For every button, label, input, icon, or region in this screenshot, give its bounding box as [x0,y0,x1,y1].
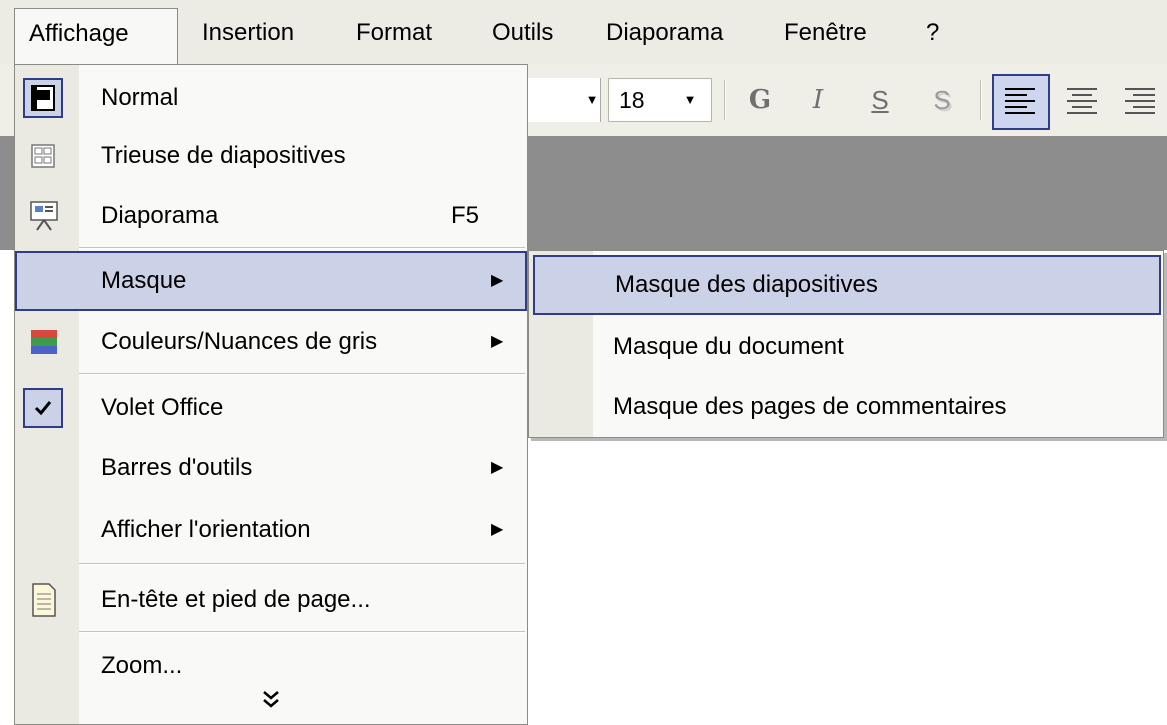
underline-button[interactable]: S [858,78,902,122]
menu-item-header-footer[interactable]: En-tête et pied de page... [15,571,527,629]
document-icon [23,580,63,620]
menu-item-task-pane[interactable]: Volet Office [15,379,527,437]
italic-button[interactable]: I [796,78,840,122]
menu-item-slideshow-label: Diaporama [101,202,219,229]
slideshow-icon [23,196,63,236]
masque-submenu: Masque des diapositives Masque du docume… [528,250,1164,438]
align-right-button[interactable] [1114,78,1164,122]
menu-affichage-label: Affichage [29,20,129,47]
submenu-item-notes-master-label: Masque des pages de commentaires [613,393,1007,420]
toolbar-separator [980,80,982,120]
bold-button[interactable]: G [738,78,782,122]
align-right-icon [1125,88,1155,114]
menu-item-masque-label: Masque [101,267,187,294]
menu-separator [79,247,525,249]
submenu-arrow-icon: ▶ [491,521,504,538]
submenu-arrow-icon: ▶ [491,333,504,350]
submenu-item-slide-master-label: Masque des diapositives [615,271,878,298]
menu-diaporama-label: Diaporama [606,19,724,46]
menu-separator [79,373,525,375]
menu-bar: Affichage Insertion Format Outils Diapor… [0,0,1167,65]
menu-fenetre-label: Fenêtre [784,19,867,46]
menu-item-zoom-label: Zoom... [101,652,183,679]
menu-item-colors-grayscale[interactable]: Couleurs/Nuances de gris ▶ [15,313,527,371]
menu-fenetre[interactable]: Fenêtre [770,8,881,58]
menu-help[interactable]: ? [912,8,953,58]
submenu-item-notes-master[interactable]: Masque des pages de commentaires [529,377,1163,437]
menu-separator [79,563,525,565]
align-left-button[interactable] [992,74,1050,130]
align-center-icon [1067,88,1097,114]
menu-outils[interactable]: Outils [478,8,567,58]
menu-item-toolbars[interactable]: Barres d'outils ▶ [15,439,527,497]
toolbar-separator [724,80,726,120]
menu-item-orientation[interactable]: Afficher l'orientation ▶ [15,501,527,559]
submenu-item-handout-master-label: Masque du document [613,333,844,360]
menu-affichage[interactable]: Affichage [14,8,178,65]
menu-insertion[interactable]: Insertion [188,8,308,58]
menu-item-header-footer-label: En-tête et pied de page... [101,586,371,613]
menu-help-label: ? [926,19,940,46]
color-bars-icon [23,322,63,362]
menu-item-colors-label: Couleurs/Nuances de gris [101,328,378,355]
menu-item-toolbars-label: Barres d'outils [101,454,253,481]
menu-format[interactable]: Format [342,8,446,58]
menu-separator [79,631,525,633]
affichage-dropdown-menu: Normal Trieuse de diapositives Diaporama… [14,64,528,725]
menu-insertion-label: Insertion [202,19,295,46]
font-dropdown-arrow-icon[interactable]: ▼ [578,78,606,122]
menu-format-label: Format [356,19,433,46]
menu-item-slideshow-shortcut: F5 [451,202,480,229]
app-window: Affichage Insertion Format Outils Diapor… [0,0,1167,725]
menu-diaporama[interactable]: Diaporama [592,8,737,58]
submenu-item-slide-master[interactable]: Masque des diapositives [533,255,1161,315]
align-center-button[interactable] [1058,78,1108,122]
submenu-arrow-icon: ▶ [491,272,504,289]
normal-view-icon [23,78,63,118]
menu-item-masque[interactable]: Masque ▶ [15,251,527,311]
checkmark-icon [23,388,63,428]
menu-item-slideshow[interactable]: Diaporama F5 [15,187,527,245]
menu-item-orientation-label: Afficher l'orientation [101,516,311,543]
submenu-arrow-icon: ▶ [491,459,504,476]
menu-item-task-pane-label: Volet Office [101,394,224,421]
shadow-button[interactable]: S [920,78,964,122]
submenu-item-handout-master[interactable]: Masque du document [529,317,1163,377]
menu-item-normal[interactable]: Normal [15,69,527,127]
font-size-value: 18 [619,87,645,113]
expand-menu-chevron-icon[interactable] [251,687,291,723]
menu-item-slide-sorter[interactable]: Trieuse de diapositives [15,127,527,185]
align-left-icon [1005,88,1035,114]
menu-item-normal-label: Normal [101,84,179,111]
font-size-dropdown-arrow-icon[interactable]: ▼ [676,78,704,122]
menu-outils-label: Outils [492,19,554,46]
menu-item-slide-sorter-label: Trieuse de diapositives [101,142,346,169]
slide-sorter-icon [23,136,63,176]
